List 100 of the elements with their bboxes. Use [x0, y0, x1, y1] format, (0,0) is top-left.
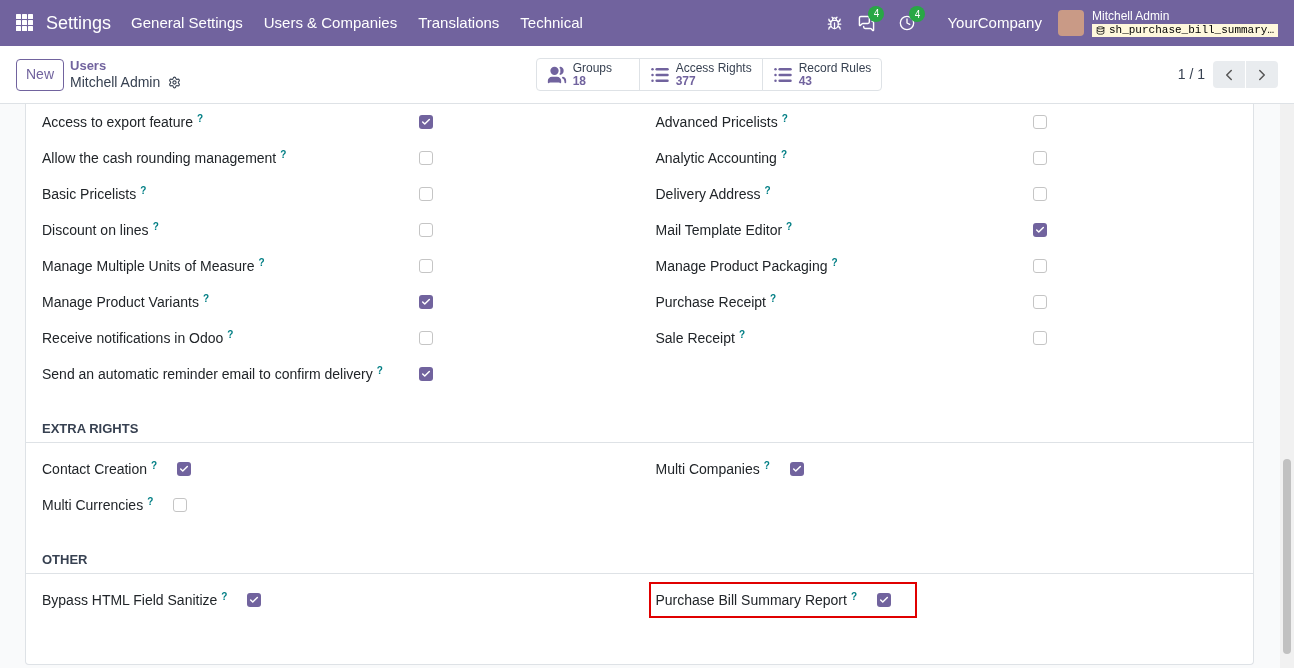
checkbox[interactable]	[247, 593, 262, 607]
help-tooltip[interactable]: ?	[221, 590, 228, 602]
checkbox[interactable]	[1032, 331, 1047, 345]
field-label: Multi Companies $^{?}$	[655, 458, 770, 479]
database-label: sh_purchase_bill_summary…	[1091, 23, 1278, 37]
help-tooltip[interactable]: ?	[258, 256, 265, 268]
checkbox[interactable]	[1032, 187, 1047, 201]
bug-icon[interactable]	[827, 15, 843, 31]
checkbox[interactable]	[1032, 259, 1047, 273]
help-tooltip[interactable]: ?	[781, 112, 788, 124]
help-tooltip[interactable]: ?	[227, 328, 234, 340]
help-tooltip[interactable]: ?	[151, 459, 158, 471]
field-label: Multi Currencies $^{?}$	[42, 494, 154, 515]
smart-button[interactable]: Access Rights 377	[638, 58, 763, 91]
help-tooltip[interactable]: ?	[147, 495, 154, 507]
checkbox[interactable]	[177, 462, 192, 476]
help-tooltip[interactable]: ?	[831, 256, 838, 268]
checkbox[interactable]	[173, 498, 188, 512]
field-label: Mail Template Editor $^{?}$	[655, 219, 794, 240]
checkmark-icon	[421, 117, 431, 127]
section-title: EXTRA RIGHTS	[42, 419, 139, 438]
field-label: Sale Receipt $^{?}$	[655, 327, 746, 348]
settings-icon[interactable]	[168, 76, 182, 90]
checkbox[interactable]	[419, 367, 433, 381]
smart-button-label: Groups	[572, 61, 612, 75]
menu-item[interactable]: Users & Companies	[263, 11, 398, 35]
field-label: Receive notifications in Odoo $^{?}$	[42, 327, 235, 348]
field-label: Purchase Bill Summary Report $^{?}$	[655, 589, 857, 610]
field-label: Analytic Accounting $^{?}$	[655, 147, 788, 168]
checkmark-icon	[179, 464, 190, 474]
previous-button[interactable]	[1213, 61, 1245, 88]
menu-item[interactable]: General Settings	[131, 11, 243, 35]
help-tooltip[interactable]: ?	[376, 364, 383, 376]
help-tooltip[interactable]: ?	[764, 184, 771, 196]
menu-item[interactable]: Translations	[418, 11, 500, 35]
help-tooltip[interactable]: ?	[780, 148, 787, 160]
scrollbar-thumb[interactable]	[1283, 459, 1291, 654]
field-label: Send an automatic reminder email to confirm delivery $^{?}$	[42, 363, 384, 384]
smart-button-count: 377	[675, 74, 696, 88]
checkbox[interactable]	[419, 223, 433, 237]
help-tooltip[interactable]: ?	[280, 148, 287, 160]
breadcrumb-link[interactable]: Users	[70, 57, 182, 74]
avatar[interactable]	[1057, 10, 1084, 36]
help-tooltip[interactable]: ?	[152, 220, 159, 232]
new-button[interactable]: New	[16, 58, 64, 91]
help-tooltip[interactable]: ?	[850, 590, 857, 602]
users-icon	[546, 64, 567, 85]
checkbox[interactable]	[789, 462, 804, 476]
help-tooltip[interactable]: ?	[202, 292, 210, 304]
field-label: Advanced Pricelists $^{?}$	[655, 111, 789, 132]
field-label: Manage Product Variants $^{?}$	[42, 291, 211, 312]
scrollbar[interactable]	[1280, 104, 1294, 668]
help-tooltip[interactable]: ?	[770, 292, 777, 304]
checkbox[interactable]	[1032, 115, 1047, 129]
checkmark-icon	[421, 369, 431, 379]
help-tooltip[interactable]: ?	[140, 184, 147, 196]
smart-button[interactable]: Record Rules 43	[761, 58, 883, 91]
app-title[interactable]: Settings	[46, 9, 112, 37]
checkbox[interactable]	[419, 259, 433, 273]
notification-badge: 4	[868, 5, 885, 22]
field-label: Allow the cash rounding management $^{?}$	[42, 147, 288, 168]
checkbox[interactable]	[1032, 295, 1047, 309]
checkmark-icon	[421, 297, 431, 307]
next-button[interactable]	[1246, 61, 1278, 88]
checkbox[interactable]	[419, 151, 433, 165]
user-name[interactable]: Mitchell Admin	[1091, 9, 1278, 22]
field-label: Discount on lines $^{?}$	[42, 219, 160, 240]
help-tooltip[interactable]: ?	[738, 328, 745, 340]
smart-button[interactable]: Groups 18	[535, 58, 640, 91]
checkbox[interactable]	[419, 187, 433, 201]
pager-value: 1 / 1	[1177, 65, 1205, 84]
notification-badge: 4	[909, 6, 926, 22]
field-label: Bypass HTML Field Sanitize $^{?}$	[42, 589, 228, 610]
app-grid-icon[interactable]	[16, 14, 34, 32]
help-tooltip[interactable]: ?	[763, 459, 770, 471]
checkbox[interactable]	[419, 331, 433, 345]
company-name[interactable]: YourCompany	[947, 11, 1042, 35]
smart-button-count: 43	[798, 74, 813, 88]
checkbox[interactable]	[419, 115, 433, 129]
checkbox[interactable]	[1032, 223, 1047, 237]
field-label: Access to export feature $^{?}$	[42, 111, 205, 132]
smart-button-label: Record Rules	[798, 61, 872, 75]
checkbox[interactable]	[419, 295, 433, 309]
help-tooltip[interactable]: ?	[786, 220, 793, 232]
checkbox[interactable]	[877, 593, 891, 607]
checkmark-icon	[791, 464, 802, 474]
help-tooltip[interactable]: ?	[196, 112, 204, 124]
field-label: Purchase Receipt $^{?}$	[655, 291, 778, 312]
checkmark-icon	[879, 595, 889, 605]
checkbox[interactable]	[1032, 151, 1047, 165]
chat-icon[interactable]	[858, 14, 876, 32]
smart-button-count: 18	[572, 74, 586, 88]
field-label: Basic Pricelists $^{?}$	[42, 183, 148, 204]
menu-item[interactable]: Technical	[520, 11, 583, 35]
field-label: Manage Multiple Units of Measure $^{?}$	[42, 255, 266, 276]
section-title: OTHER	[42, 550, 88, 569]
checkmark-icon	[249, 595, 260, 605]
field-label: Manage Product Packaging $^{?}$	[655, 255, 839, 276]
database-icon	[1095, 25, 1105, 35]
clock-icon[interactable]	[899, 15, 916, 31]
